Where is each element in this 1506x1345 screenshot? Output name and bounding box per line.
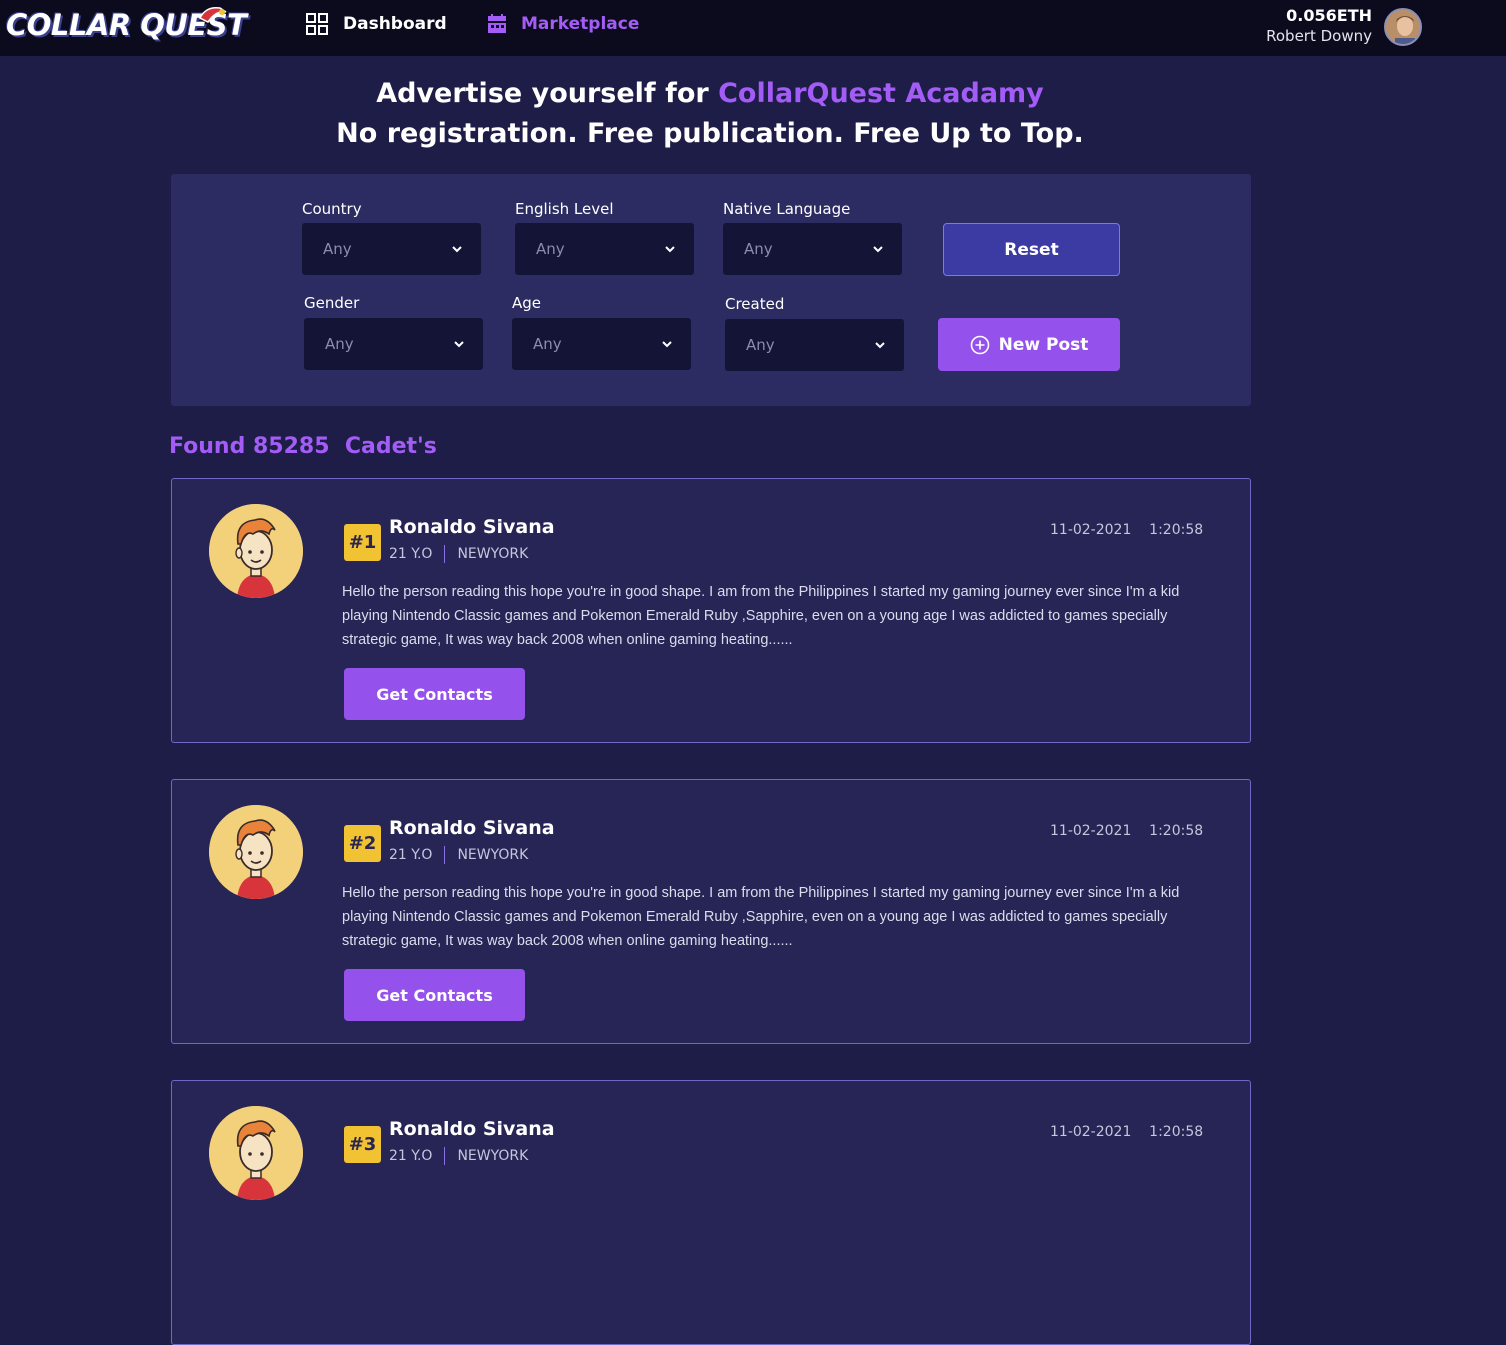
gender-value: Any bbox=[325, 335, 354, 353]
cadet-age: 21 Y.O bbox=[389, 1148, 433, 1164]
rank-badge: #3 bbox=[344, 1126, 381, 1163]
meta-divider bbox=[444, 1147, 446, 1165]
get-contacts-button[interactable]: Get Contacts bbox=[344, 668, 525, 720]
cadet-name[interactable]: Ronaldo Sivana bbox=[389, 817, 555, 839]
cadet-description: Hello the person reading this hope you'r… bbox=[342, 584, 1180, 648]
english-level-value: Any bbox=[536, 240, 565, 258]
chevron-down-icon bbox=[662, 341, 672, 348]
meta-divider bbox=[444, 545, 446, 563]
chevron-down-icon bbox=[454, 341, 464, 348]
post-date: 11-02-2021 1:20:58 bbox=[1050, 1124, 1204, 1140]
cadet-name[interactable]: Ronaldo Sivana bbox=[389, 516, 555, 538]
cadet-city: NEWYORK bbox=[457, 546, 529, 562]
plus-circle-icon bbox=[970, 335, 989, 354]
get-contacts-button[interactable]: Get Contacts bbox=[344, 969, 525, 1021]
hero-title-accent: CollarQuest Acadamy bbox=[718, 78, 1044, 109]
created-select[interactable]: Any bbox=[725, 319, 904, 371]
cadet-city: NEWYORK bbox=[457, 847, 529, 863]
cadet-card: #3 Ronaldo Sivana 21 Y.O NEWYORK 11-02-2… bbox=[171, 1080, 1251, 1345]
country-value: Any bbox=[323, 240, 352, 258]
user-avatar-image bbox=[1386, 10, 1420, 44]
cadet-avatar bbox=[209, 805, 303, 899]
cadet-meta: 21 Y.O NEWYORK bbox=[389, 545, 528, 563]
filter-panel: Country Any English Level Any Native Lan… bbox=[171, 174, 1251, 406]
cadet-name[interactable]: Ronaldo Sivana bbox=[389, 1118, 555, 1140]
hero-title-prefix: Advertise yourself for bbox=[376, 78, 719, 109]
cartoon-boy-icon bbox=[209, 805, 303, 899]
store-icon bbox=[488, 14, 506, 33]
english-level-select[interactable]: Any bbox=[515, 223, 694, 275]
nav-dashboard-label: Dashboard bbox=[343, 14, 447, 34]
cadet-avatar bbox=[209, 1106, 303, 1200]
collar-icon bbox=[198, 6, 227, 23]
user-avatar[interactable] bbox=[1384, 8, 1422, 46]
age-select[interactable]: Any bbox=[512, 318, 691, 370]
cadet-card: #1 Ronaldo Sivana 21 Y.O NEWYORK 11-02-2… bbox=[171, 478, 1251, 743]
cadet-avatar bbox=[209, 504, 303, 598]
nav-marketplace[interactable]: Marketplace bbox=[487, 10, 639, 38]
age-label: Age bbox=[512, 294, 542, 312]
hero-subtitle: No registration. Free publication. Free … bbox=[336, 118, 1084, 149]
chevron-down-icon bbox=[665, 246, 675, 253]
nav-marketplace-label: Marketplace bbox=[521, 14, 640, 34]
created-label: Created bbox=[725, 295, 785, 313]
cadet-age: 21 Y.O bbox=[389, 847, 433, 863]
hero-title: Advertise yourself for CollarQuest Acada… bbox=[0, 74, 1420, 114]
age-value: Any bbox=[533, 335, 562, 353]
chevron-down-icon bbox=[875, 342, 885, 349]
user-info[interactable]: 0.056ETH Robert Downy bbox=[1266, 6, 1372, 46]
cadet-card: #2 Ronaldo Sivana 21 Y.O NEWYORK 11-02-2… bbox=[171, 779, 1251, 1044]
cadet-age: 21 Y.O bbox=[389, 546, 433, 562]
rank-badge: #2 bbox=[344, 825, 381, 862]
grid-icon bbox=[306, 13, 328, 35]
created-value: Any bbox=[746, 336, 775, 354]
results-count: Found 85285 Cadet's bbox=[169, 434, 437, 459]
new-post-label: New Post bbox=[998, 334, 1089, 355]
top-bar: COLLAR QUEST Dashboard Marketplace 0.056… bbox=[0, 0, 1506, 56]
post-date: 11-02-2021 1:20:58 bbox=[1050, 522, 1204, 538]
cadet-meta: 21 Y.O NEWYORK bbox=[389, 1147, 528, 1165]
country-select[interactable]: Any bbox=[302, 223, 481, 275]
chevron-down-icon bbox=[873, 246, 883, 253]
nav-dashboard[interactable]: Dashboard bbox=[305, 10, 447, 38]
cadet-description: Hello the person reading this hope you'r… bbox=[342, 885, 1180, 949]
gender-label: Gender bbox=[304, 294, 360, 312]
eth-balance: 0.056ETH bbox=[1286, 6, 1372, 25]
cartoon-boy-icon bbox=[209, 504, 303, 598]
cadet-city: NEWYORK bbox=[457, 1148, 529, 1164]
reset-button[interactable]: Reset bbox=[943, 223, 1120, 276]
cartoon-boy-icon bbox=[209, 1106, 303, 1200]
chevron-down-icon bbox=[452, 246, 462, 253]
new-post-button[interactable]: New Post bbox=[938, 318, 1120, 371]
country-label: Country bbox=[302, 200, 362, 218]
rank-badge: #1 bbox=[344, 524, 381, 561]
post-date: 11-02-2021 1:20:58 bbox=[1050, 823, 1204, 839]
native-language-value: Any bbox=[744, 240, 773, 258]
cadet-meta: 21 Y.O NEWYORK bbox=[389, 846, 528, 864]
meta-divider bbox=[444, 846, 446, 864]
hero-banner: Advertise yourself for CollarQuest Acada… bbox=[0, 74, 1420, 154]
user-name: Robert Downy bbox=[1266, 27, 1372, 45]
native-language-label: Native Language bbox=[723, 200, 851, 218]
gender-select[interactable]: Any bbox=[304, 318, 483, 370]
english-level-label: English Level bbox=[515, 200, 614, 218]
native-language-select[interactable]: Any bbox=[723, 223, 902, 275]
